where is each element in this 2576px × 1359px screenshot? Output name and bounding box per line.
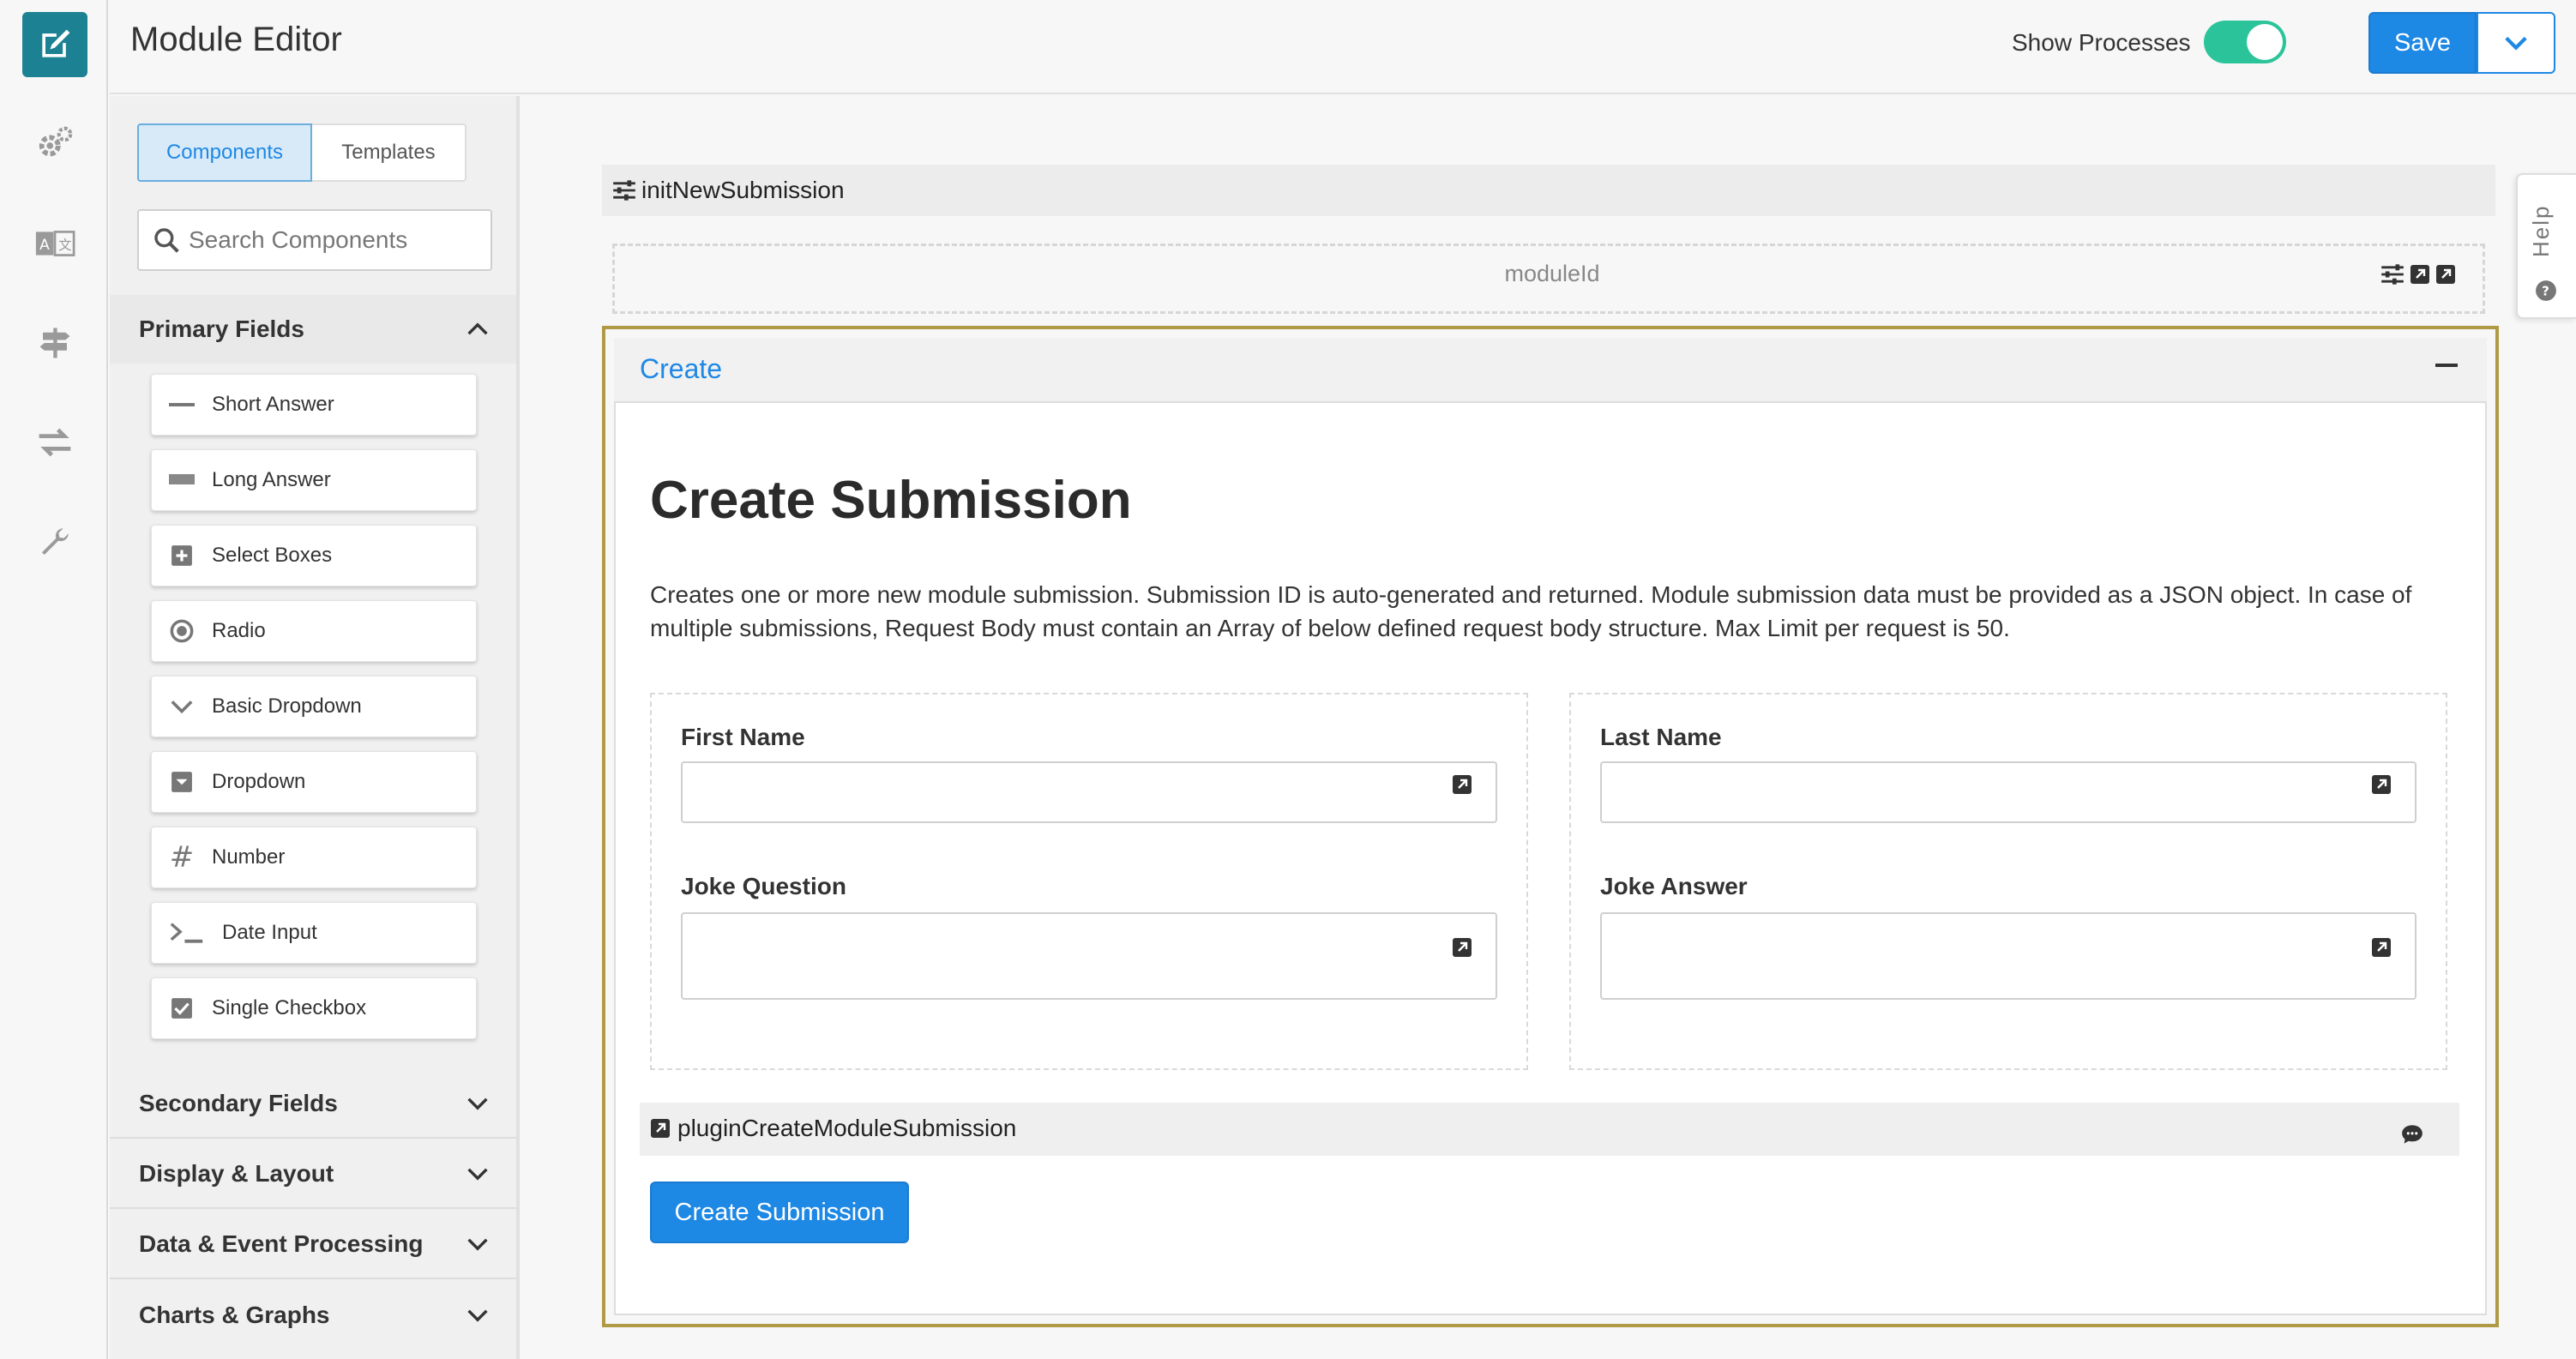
chevron-down-icon [467, 1168, 488, 1181]
component-label: Select Boxes [212, 544, 333, 567]
checkbox-icon [152, 997, 212, 1019]
section-primary-fields[interactable]: Primary Fields [110, 295, 516, 364]
search-icon [154, 228, 179, 253]
left-rail [0, 0, 108, 1359]
plus-square-icon [152, 544, 212, 567]
form-description: Creates one or more new module submissio… [650, 581, 2412, 641]
svg-text:文: 文 [58, 238, 71, 253]
component-label: Single Checkbox [212, 996, 367, 1019]
first-name-input[interactable] [681, 761, 1497, 823]
section-data-event-processing[interactable]: Data & Event Processing [110, 1211, 516, 1279]
component-radio[interactable]: Radio [151, 600, 477, 662]
tab-components[interactable]: Components [137, 123, 312, 182]
joke-question-label: Joke Question [681, 873, 846, 899]
component-single-checkbox[interactable]: Single Checkbox [151, 977, 477, 1039]
wrench-icon [41, 528, 69, 556]
external-link-icon [651, 1119, 670, 1138]
section-title: Primary Fields [139, 316, 304, 342]
component-label: Short Answer [212, 393, 334, 416]
rail-item-routes[interactable] [33, 321, 77, 365]
first-name-label: First Name [681, 724, 805, 750]
external-link-icon[interactable] [2410, 264, 2430, 285]
chevron-up-icon [467, 322, 488, 335]
rail-item-transfer[interactable] [33, 420, 77, 465]
component-long-answer[interactable]: Long Answer [151, 449, 477, 511]
external-link-icon[interactable] [1452, 937, 1472, 958]
hidden-field-label: moduleId [1504, 261, 1600, 286]
chevron-down-icon [152, 699, 212, 714]
section-title: Data & Event Processing [139, 1230, 424, 1257]
external-link-icon[interactable] [2435, 264, 2456, 285]
short-answer-icon [152, 401, 212, 408]
component-label: Basic Dropdown [212, 695, 362, 718]
joke-question-input[interactable] [681, 912, 1497, 1000]
component-date-input[interactable]: Date Input [151, 902, 477, 964]
section-secondary-fields[interactable]: Secondary Fields [110, 1070, 516, 1139]
section-display-layout[interactable]: Display & Layout [110, 1140, 516, 1209]
rail-item-tools[interactable] [33, 520, 77, 564]
plugin-label: pluginCreateModuleSubmission [677, 1115, 1017, 1141]
transfer-icon [39, 428, 71, 457]
joke-answer-label: Joke Answer [1600, 873, 1748, 899]
rail-item-settings[interactable] [33, 122, 77, 166]
help-circle-icon: ? [2536, 280, 2556, 301]
create-panel-title: Create [640, 353, 723, 384]
hash-icon: # [169, 840, 195, 875]
init-process-label: initNewSubmission [641, 177, 845, 203]
comment-icon[interactable] [2399, 1123, 2425, 1146]
terminal-icon [152, 922, 222, 944]
external-link-icon[interactable] [1452, 774, 1472, 795]
section-title: Charts & Graphs [139, 1302, 330, 1328]
chevron-down-icon [467, 1097, 488, 1110]
component-label: Number [212, 845, 286, 869]
help-label: Help [2528, 204, 2554, 257]
sliders-icon[interactable] [2380, 264, 2404, 285]
component-select-boxes[interactable]: Select Boxes [151, 525, 477, 586]
save-button[interactable]: Save [2368, 12, 2477, 74]
section-title: Secondary Fields [139, 1090, 338, 1116]
chevron-down-icon [467, 1309, 488, 1322]
show-processes-label: Show Processes [2012, 29, 2191, 56]
component-dropdown[interactable]: Dropdown [151, 751, 477, 813]
component-label: Long Answer [212, 468, 331, 491]
component-short-answer[interactable]: Short Answer [151, 374, 477, 436]
toggle-knob [2247, 24, 2283, 60]
last-name-label: Last Name [1600, 724, 1722, 750]
tab-templates[interactable]: Templates [312, 123, 466, 182]
create-panel-header[interactable] [614, 338, 2487, 403]
joke-answer-input[interactable] [1600, 912, 2417, 1000]
chevron-down-icon [2505, 36, 2527, 51]
rail-item-translations[interactable]: A文 [33, 221, 77, 266]
last-name-input[interactable] [1600, 761, 2417, 823]
rail-item-editor[interactable] [22, 12, 87, 77]
page-title: Module Editor [130, 21, 342, 58]
section-title: Display & Layout [139, 1160, 334, 1187]
svg-text:A: A [39, 237, 50, 254]
init-process-bar[interactable] [602, 165, 2495, 216]
save-options-button[interactable] [2477, 12, 2555, 74]
sliders-icon [613, 180, 635, 201]
translate-icon: A文 [35, 231, 75, 256]
radio-icon [152, 619, 212, 643]
component-label: Date Input [222, 921, 317, 944]
component-basic-dropdown[interactable]: Basic Dropdown [151, 676, 477, 737]
field-actions [2380, 264, 2456, 285]
long-answer-icon [152, 474, 212, 486]
create-submission-button[interactable]: Create Submission [650, 1182, 909, 1243]
search-input[interactable] [189, 221, 480, 259]
external-link-icon[interactable] [2371, 774, 2392, 795]
section-charts-graphs[interactable]: Charts & Graphs [110, 1281, 516, 1350]
svg-text:?: ? [2542, 283, 2549, 298]
form-heading: Create Submission [650, 471, 1132, 530]
dropdown-square-icon [152, 771, 212, 793]
minus-icon[interactable] [2435, 364, 2458, 367]
component-label: Radio [212, 619, 266, 642]
external-link-icon[interactable] [2371, 937, 2392, 958]
gears-icon [39, 126, 73, 157]
component-label: Dropdown [212, 770, 306, 793]
component-number[interactable]: # Number [151, 827, 477, 888]
edit-icon [42, 29, 70, 57]
chevron-down-icon [467, 1238, 488, 1251]
signpost-icon [39, 328, 70, 358]
